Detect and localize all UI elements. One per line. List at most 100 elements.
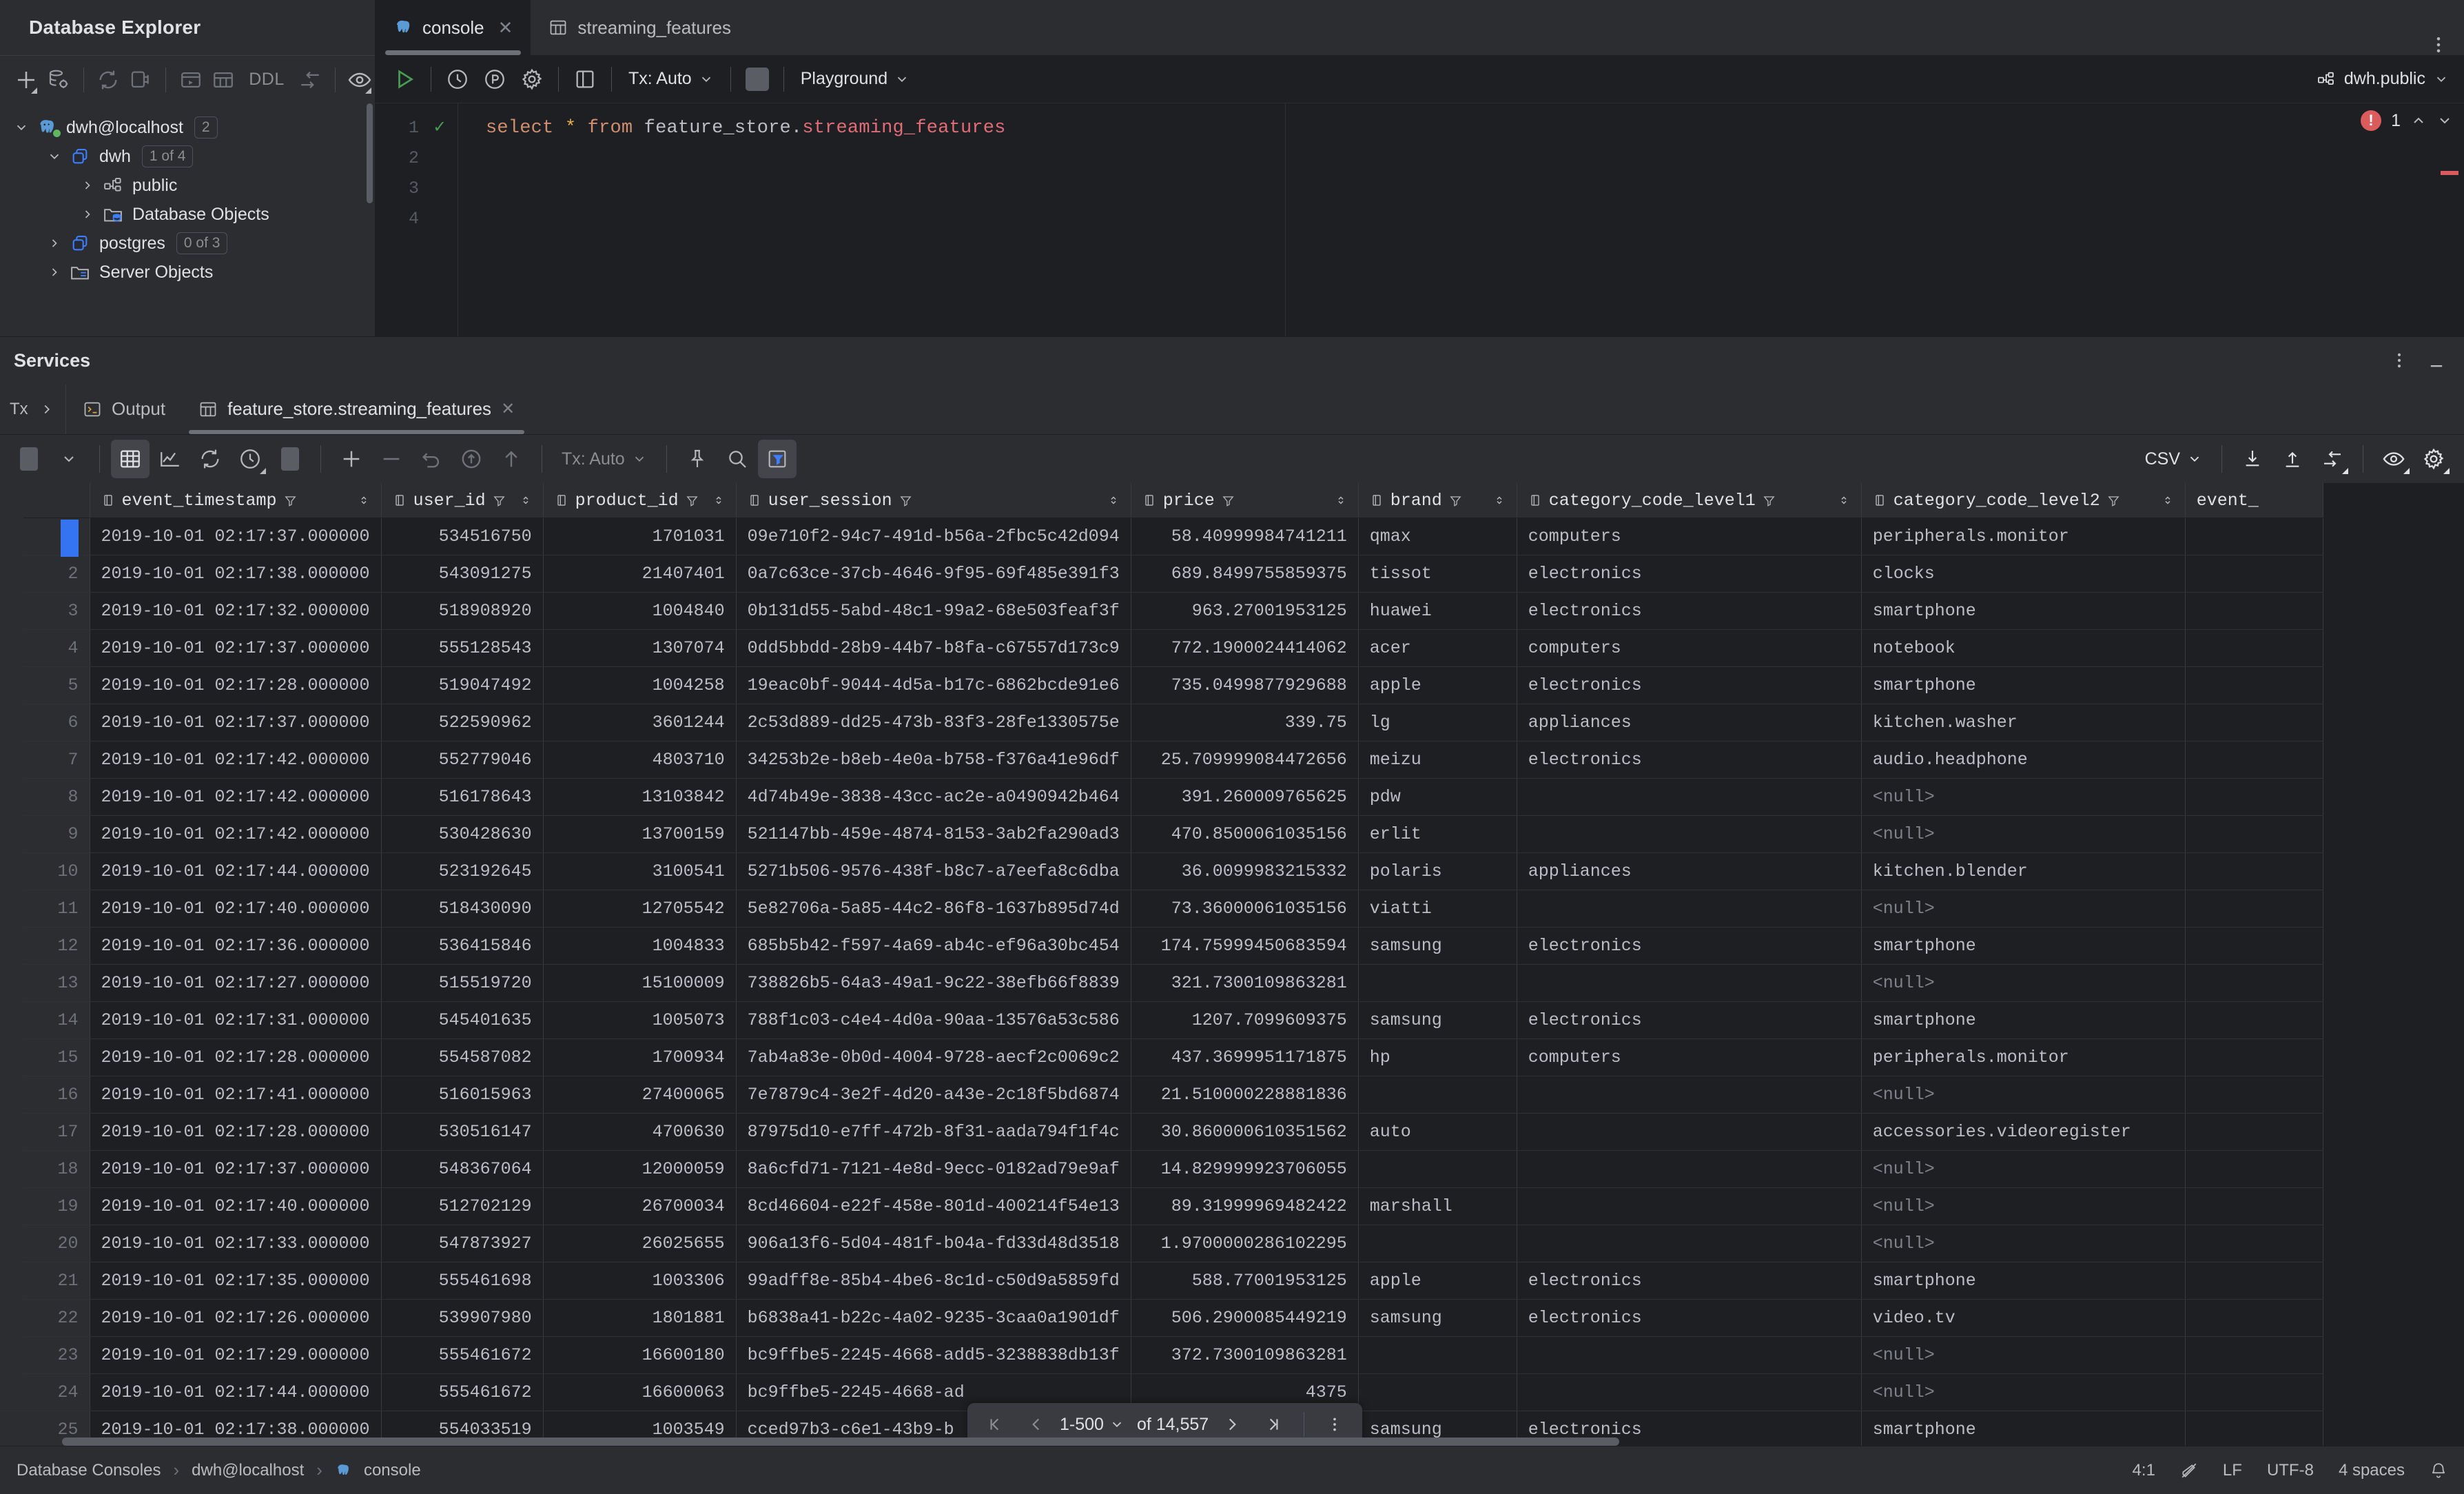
cell-event_timestamp[interactable]: 2019-10-01 02:17:27.000000	[90, 964, 382, 1002]
cell-event[interactable]	[2185, 666, 2323, 704]
cell-price[interactable]: 89.31999969482422	[1131, 1187, 1359, 1225]
chevron-down-icon[interactable]	[10, 120, 33, 135]
table-row[interactable]: 11 2019-10-01 02:17:40.000000 518430090 127…	[0, 890, 2323, 928]
cell-category_code_level1[interactable]: electronics	[1517, 1262, 1862, 1300]
history-clock-icon[interactable]	[440, 61, 475, 97]
table-row[interactable]: 22 2019-10-01 02:17:26.000000 539907980 180…	[0, 1299, 2323, 1337]
cell-category_code_level2[interactable]: <null>	[1861, 1187, 2186, 1225]
chevron-down-icon[interactable]	[43, 149, 66, 164]
cell-product_id[interactable]: 13103842	[543, 778, 737, 816]
cell-event_timestamp[interactable]: 2019-10-01 02:17:44.000000	[90, 1373, 382, 1411]
table-row[interactable]: 8 2019-10-01 02:17:42.000000 516178643 1310…	[0, 778, 2323, 816]
table-row[interactable]: 20 2019-10-01 02:17:33.000000 547873927 260…	[0, 1225, 2323, 1262]
cell-product_id[interactable]: 3100541	[543, 852, 737, 890]
cell-category_code_level2[interactable]: notebook	[1861, 629, 2186, 667]
cell-user_session[interactable]: 685b5b42-f597-4a69-ab4c-ef96a30bc454	[736, 927, 1131, 965]
cell-event[interactable]	[2185, 964, 2323, 1002]
cell-category_code_level2[interactable]: <null>	[1861, 1336, 2186, 1374]
cell-user_id[interactable]: 522590962	[381, 704, 544, 741]
table-row[interactable]: 15 2019-10-01 02:17:28.000000 554587082 170…	[0, 1038, 2323, 1076]
cell-user_id[interactable]: 523192645	[381, 852, 544, 890]
add-icon[interactable]	[11, 62, 41, 98]
cell-price[interactable]: 36.0099983215332	[1131, 852, 1359, 890]
disconnect-icon[interactable]	[126, 62, 156, 98]
auto-refresh-icon[interactable]	[231, 440, 269, 478]
cell-user_id[interactable]: 539907980	[381, 1299, 544, 1337]
tab-output[interactable]: Output	[66, 385, 182, 434]
view-options-icon[interactable]	[2374, 440, 2413, 478]
more-options-icon[interactable]	[2390, 351, 2409, 370]
cell-brand[interactable]	[1358, 1225, 1517, 1262]
cell-category_code_level1[interactable]	[1517, 1150, 1862, 1188]
column-header-category_code_level1[interactable]: category_code_level1	[1517, 483, 1862, 518]
services-collapse-icon[interactable]	[10, 440, 48, 478]
cell-category_code_level2[interactable]: <null>	[1861, 964, 2186, 1002]
cell-user_session[interactable]: 906a13f6-5d04-481f-b04a-fd33d48d3518	[736, 1225, 1131, 1262]
cell-event_timestamp[interactable]: 2019-10-01 02:17:40.000000	[90, 890, 382, 928]
table-row[interactable]: 19 2019-10-01 02:17:40.000000 512702129 267…	[0, 1187, 2323, 1225]
cell-category_code_level1[interactable]	[1517, 1373, 1862, 1411]
tx-mode-dropdown[interactable]: Tx: Auto	[620, 69, 722, 89]
table-row[interactable]: 21 2019-10-01 02:17:35.000000 555461698 100…	[0, 1262, 2323, 1300]
cell-event_timestamp[interactable]: 2019-10-01 02:17:28.000000	[90, 1038, 382, 1076]
services-tx-column[interactable]: Tx	[0, 384, 66, 434]
sql-editor[interactable]: 1 ✓ 2 3 4 select * from feature_store.str…	[376, 103, 2464, 336]
cell-price[interactable]: 25.709999084472656	[1131, 741, 1359, 779]
cell-price[interactable]: 963.27001953125	[1131, 592, 1359, 630]
cell-event_timestamp[interactable]: 2019-10-01 02:17:35.000000	[90, 1262, 382, 1300]
cell-product_id[interactable]: 1004833	[543, 927, 737, 965]
cell-event_timestamp[interactable]: 2019-10-01 02:17:37.000000	[90, 704, 382, 741]
cell-price[interactable]: 437.3699951171875	[1131, 1038, 1359, 1076]
cell-brand[interactable]: marshall	[1358, 1187, 1517, 1225]
cell-user_id[interactable]: 516015963	[381, 1076, 544, 1114]
cell-product_id[interactable]: 26025655	[543, 1225, 737, 1262]
cell-user_session[interactable]: 5271b506-9576-438f-b8c7-a7eefa8c6dba	[736, 852, 1131, 890]
cell-event[interactable]	[2185, 1076, 2323, 1114]
table-editor-icon[interactable]	[208, 62, 238, 98]
cell-event_timestamp[interactable]: 2019-10-01 02:17:44.000000	[90, 852, 382, 890]
column-filter-icon[interactable]	[1449, 494, 1462, 507]
grid-view-icon[interactable]	[111, 440, 150, 478]
cell-price[interactable]: 735.0499877929688	[1131, 666, 1359, 704]
table-row[interactable]: 14 2019-10-01 02:17:31.000000 545401635 100…	[0, 1001, 2323, 1039]
cell-category_code_level2[interactable]: <null>	[1861, 1076, 2186, 1114]
submit-icon[interactable]	[452, 440, 491, 478]
breadcrumb-item-console[interactable]: console	[364, 1461, 421, 1480]
cell-brand[interactable]: viatti	[1358, 890, 1517, 928]
column-filter-icon[interactable]	[493, 494, 506, 507]
tree-node-database-objects[interactable]: Database Objects	[0, 200, 375, 229]
cell-product_id[interactable]: 27400065	[543, 1076, 737, 1114]
cell-brand[interactable]: samsung	[1358, 1001, 1517, 1039]
column-header-event[interactable]: event_	[2185, 483, 2323, 518]
sql-text[interactable]: select * from feature_store.streaming_fe…	[458, 103, 2464, 336]
close-icon[interactable]: ✕	[498, 17, 513, 39]
cell-category_code_level1[interactable]: computers	[1517, 629, 1862, 667]
cell-price[interactable]: 14.829999923706055	[1131, 1150, 1359, 1188]
cell-price[interactable]: 21.510000228881836	[1131, 1076, 1359, 1114]
cell-category_code_level2[interactable]: clocks	[1861, 555, 2186, 593]
cell-user_id[interactable]: 534516750	[381, 518, 544, 555]
minimize-icon[interactable]	[2427, 351, 2446, 370]
cell-event_timestamp[interactable]: 2019-10-01 02:17:32.000000	[90, 592, 382, 630]
cell-event_timestamp[interactable]: 2019-10-01 02:17:33.000000	[90, 1225, 382, 1262]
cell-user_id[interactable]: 545401635	[381, 1001, 544, 1039]
prev-problem-icon[interactable]	[2410, 112, 2427, 129]
table-row[interactable]: 9 2019-10-01 02:17:42.000000 530428630 1370…	[0, 815, 2323, 853]
download-icon[interactable]	[2233, 440, 2272, 478]
cell-user_session[interactable]: 8a6cfd71-7121-4e8d-9ecc-0182ad79e9af	[736, 1150, 1131, 1188]
chevron-down-icon[interactable]	[50, 440, 88, 478]
cell-product_id[interactable]: 16600180	[543, 1336, 737, 1374]
cell-event_timestamp[interactable]: 2019-10-01 02:17:37.000000	[90, 1150, 382, 1188]
cell-event[interactable]	[2185, 1001, 2323, 1039]
cell-user_session[interactable]: 99adff8e-85b4-4be6-8c1d-c50d9a5859fd	[736, 1262, 1131, 1300]
cell-user_session[interactable]: 4d74b49e-3838-43cc-ac2e-a0490942b464	[736, 778, 1131, 816]
breadcrumb-item-database-consoles[interactable]: Database Consoles	[17, 1461, 161, 1480]
cell-category_code_level2[interactable]: kitchen.blender	[1861, 852, 2186, 890]
cell-event[interactable]	[2185, 1187, 2323, 1225]
cell-brand[interactable]	[1358, 964, 1517, 1002]
cell-event[interactable]	[2185, 852, 2323, 890]
tab-streaming-features[interactable]: streaming_features	[531, 0, 749, 55]
cell-category_code_level2[interactable]: <null>	[1861, 890, 2186, 928]
delete-row-icon[interactable]	[372, 440, 411, 478]
cell-price[interactable]: 73.36000061035156	[1131, 890, 1359, 928]
